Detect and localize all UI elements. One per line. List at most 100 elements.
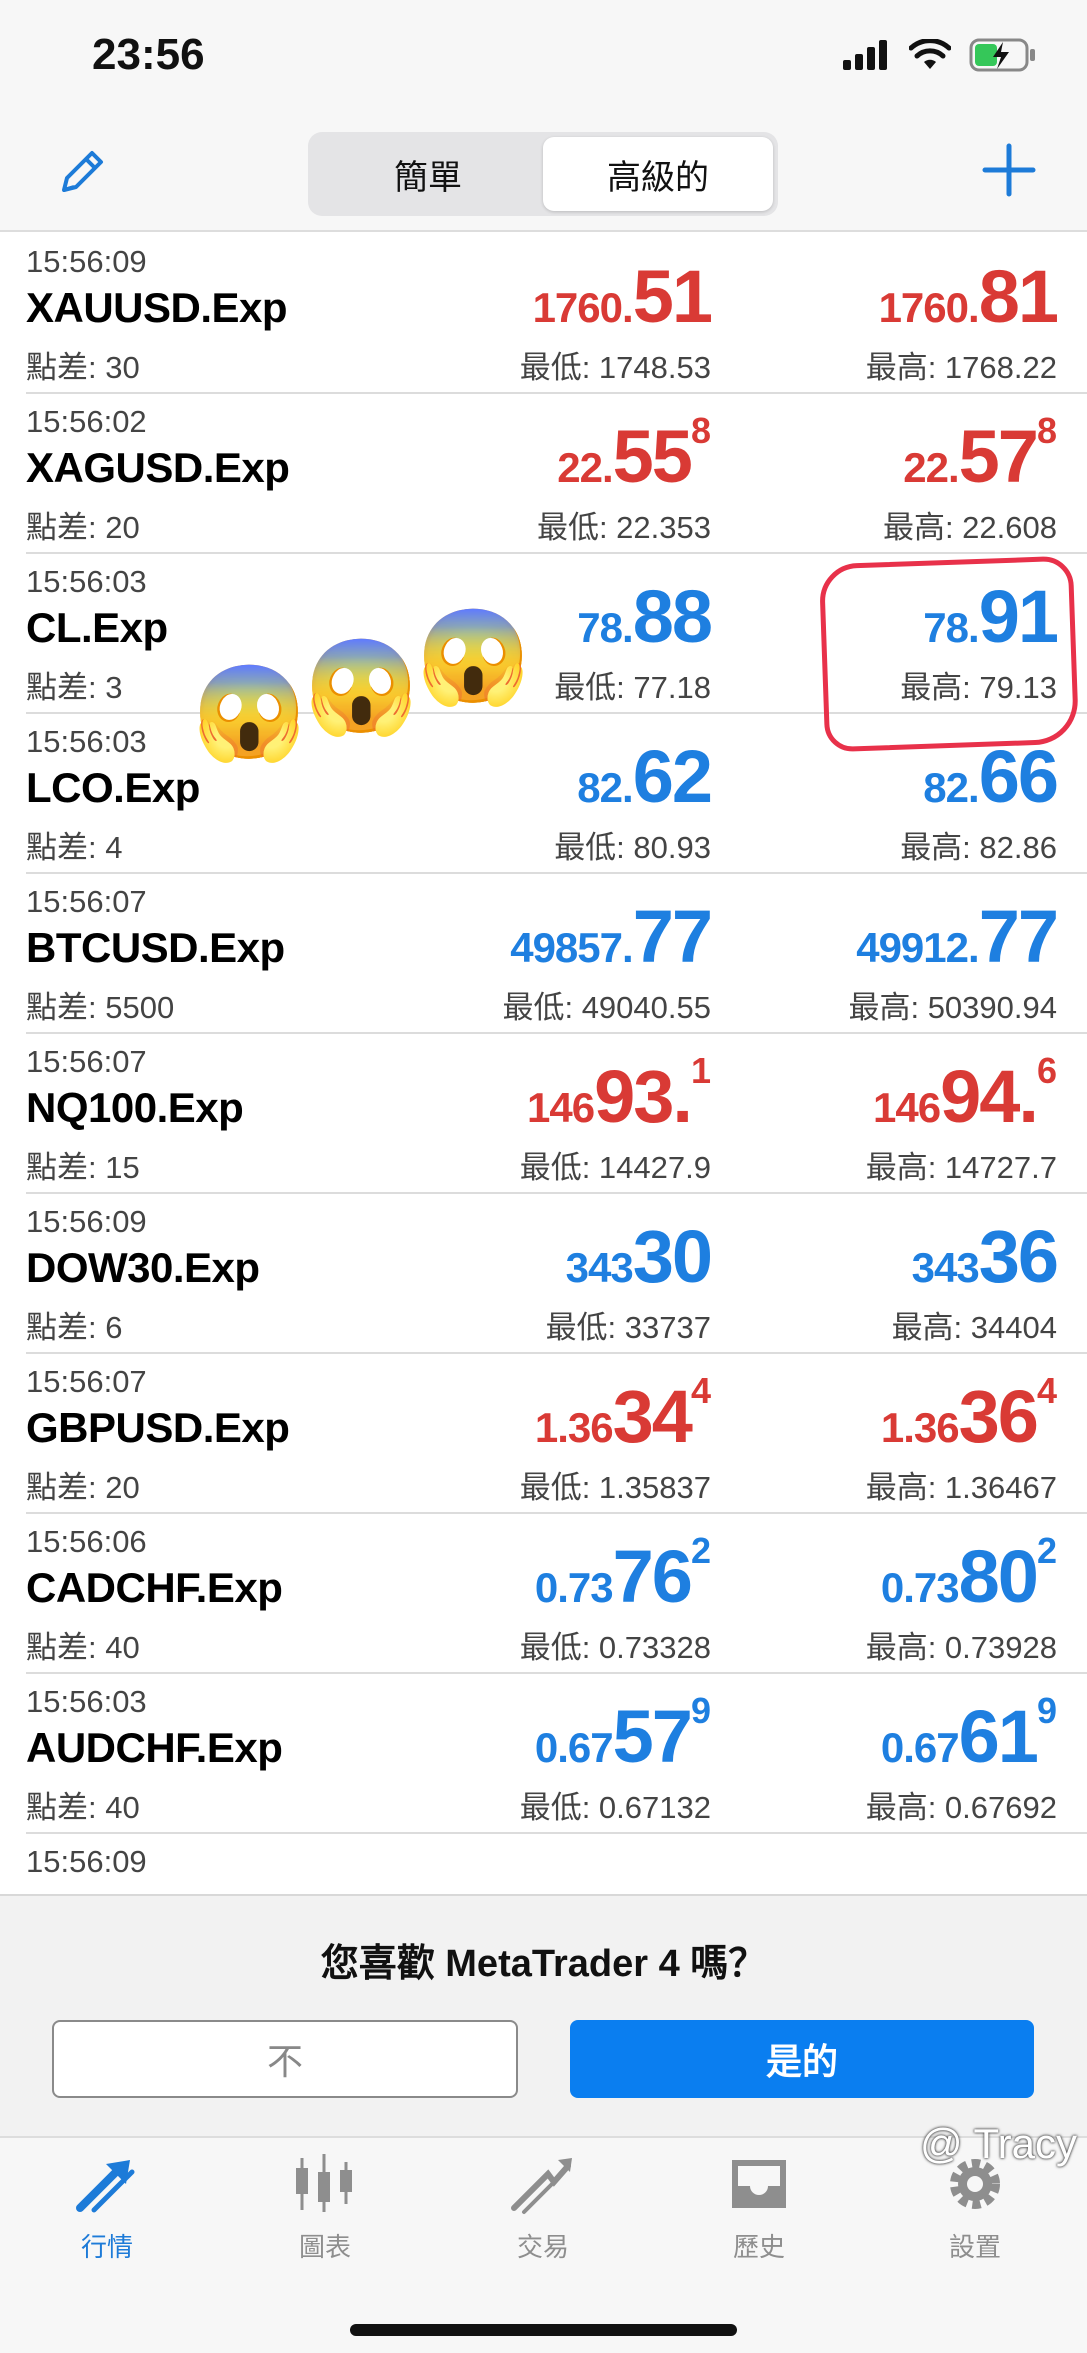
ask-price-main: 36 xyxy=(978,1215,1059,1298)
watermark: @ Tracy xyxy=(920,2120,1077,2167)
quote-time: 15:56:07 xyxy=(26,1044,147,1079)
scream-emoji-1: 😱 xyxy=(192,662,307,764)
quote-symbol: AUDCHF.Exp xyxy=(26,1724,283,1771)
quote-high: 最高: 34404 xyxy=(891,1310,1057,1345)
ask-price-main: 36 xyxy=(958,1375,1039,1458)
segment-simple[interactable]: 簡單 xyxy=(313,137,543,211)
quote-high: 最高: 82.86 xyxy=(900,830,1057,865)
home-indicator xyxy=(350,2324,737,2336)
quote-row[interactable]: 15:56:02 XAGUSD.Exp 點差: 20 22.558 22.578 最低: … xyxy=(26,394,1087,554)
ask-price-fraction: 9 xyxy=(1036,1690,1057,1731)
quote-low: 最低: 33737 xyxy=(545,1310,711,1345)
ask-price-prefix: 343 xyxy=(911,1244,980,1291)
bid-price: 14693.1 xyxy=(527,1050,711,1139)
quote-row[interactable]: 15:56:07 GBPUSD.Exp 點差: 20 1.36344 1.36364 最低… xyxy=(26,1354,1087,1514)
quotes-list[interactable]: 15:56:09 XAUUSD.Exp 點差: 30 1760.51 1760.81 最低… xyxy=(0,234,1087,1894)
add-symbol-plus-icon[interactable] xyxy=(979,140,1039,200)
quote-row[interactable]: 15:56:09 XAUUSD.Exp 點差: 30 1760.51 1760.81 最低… xyxy=(26,234,1087,394)
tab-history[interactable]: 歷史 xyxy=(684,2152,834,2264)
ask-price: 14694.6 xyxy=(873,1050,1057,1139)
ask-price-main: 81 xyxy=(978,255,1059,338)
quote-symbol: DOW30.Exp xyxy=(26,1244,260,1291)
ask-price-prefix: 0.67 xyxy=(880,1724,960,1771)
mode-segmented-control: 簡單 高級的 xyxy=(308,132,778,216)
quote-low: 最低: 1.35837 xyxy=(519,1470,711,1505)
scream-emoji-2: 😱 xyxy=(304,636,419,738)
bid-price: 22.558 xyxy=(557,410,711,499)
tab-quotes[interactable]: 行情 xyxy=(32,2152,182,2264)
quote-symbol: GBPUSD.Exp xyxy=(26,1404,290,1451)
ask-price-main: 94. xyxy=(940,1055,1039,1138)
quote-spread: 點差: 4 xyxy=(26,830,123,865)
tab-bar: 行情 圖表 交易 歷史 設置 xyxy=(0,2136,1087,2353)
quote-spread: 點差: 3 xyxy=(26,670,123,705)
bid-price-main: 51 xyxy=(632,255,713,338)
quote-symbol: CL.Exp xyxy=(26,604,168,651)
quote-low: 最低: 0.67132 xyxy=(519,1790,711,1825)
bid-price-fraction: 1 xyxy=(690,1050,711,1091)
quote-spread: 點差: 6 xyxy=(26,1310,123,1345)
quote-time: 15:56:02 xyxy=(26,404,147,439)
bid-price: 1760.51 xyxy=(532,254,713,339)
quote-symbol: XAUUSD.Exp xyxy=(26,284,288,331)
ask-price: 22.578 xyxy=(903,410,1057,499)
quote-row[interactable]: 15:56:09 xyxy=(26,1834,1087,1894)
scream-emoji-3: 😱 xyxy=(416,606,531,708)
ask-price: 1.36364 xyxy=(881,1370,1057,1459)
quote-low: 最低: 49040.55 xyxy=(502,990,711,1025)
tab-settings[interactable]: 設置 xyxy=(900,2152,1050,2264)
bid-price-prefix: 22. xyxy=(557,444,613,491)
tab-charts-label: 圖表 xyxy=(298,2232,351,2262)
quote-low: 最低: 0.73328 xyxy=(519,1630,711,1665)
quote-time: 15:56:03 xyxy=(26,724,147,759)
rating-yes-button[interactable]: 是的 xyxy=(570,2020,1034,2098)
quote-high: 最高: 14727.7 xyxy=(865,1150,1057,1185)
bid-price-main: 93. xyxy=(594,1055,693,1138)
quote-low: 最低: 80.93 xyxy=(554,830,711,865)
quote-row[interactable]: 15:56:03 AUDCHF.Exp 點差: 40 0.67579 0.67619 最低… xyxy=(26,1674,1087,1834)
bid-price-main: 30 xyxy=(632,1215,713,1298)
quote-row[interactable]: 15:56:06 CADCHF.Exp 點差: 40 0.73762 0.73802 最低… xyxy=(26,1514,1087,1674)
edit-pencil-icon[interactable] xyxy=(52,142,112,202)
quote-spread: 點差: 20 xyxy=(26,1470,140,1505)
ask-price: 0.73802 xyxy=(881,1530,1057,1619)
rating-no-button[interactable]: 不 xyxy=(52,2020,518,2098)
quote-time: 15:56:09 xyxy=(26,244,147,279)
bid-price-prefix: 49857. xyxy=(510,924,633,971)
quote-low: 最低: 22.353 xyxy=(536,510,711,545)
bid-price-main: 55 xyxy=(612,415,693,498)
quote-row[interactable]: 15:56:07 BTCUSD.Exp 點差: 5500 49857.77 49912.… xyxy=(26,874,1087,1034)
quote-symbol: XAGUSD.Exp xyxy=(26,444,290,491)
bid-price: 1.36344 xyxy=(535,1370,711,1459)
segment-advanced[interactable]: 高級的 xyxy=(543,137,773,211)
quote-high: 最高: 1768.22 xyxy=(865,350,1057,385)
quote-high: 最高: 0.67692 xyxy=(865,1790,1057,1825)
ask-price-main: 66 xyxy=(978,735,1059,818)
bid-price: 0.67579 xyxy=(534,1690,711,1779)
ask-price-fraction: 8 xyxy=(1036,410,1057,451)
quote-symbol: BTCUSD.Exp xyxy=(26,924,285,971)
quote-spread: 點差: 40 xyxy=(26,1790,140,1825)
quote-high: 最高: 0.73928 xyxy=(865,1630,1057,1665)
quote-time: 15:56:09 xyxy=(26,1844,147,1879)
quote-symbol: CADCHF.Exp xyxy=(26,1564,283,1611)
quote-spread: 點差: 30 xyxy=(26,350,140,385)
history-inbox-icon xyxy=(732,2160,786,2208)
bid-price: 49857.77 xyxy=(510,894,713,979)
candlestick-chart-icon xyxy=(296,2154,352,2212)
tab-trade[interactable]: 交易 xyxy=(468,2152,618,2264)
bid-price-prefix: 1760. xyxy=(532,284,634,331)
bid-price-prefix: 343 xyxy=(565,1244,634,1291)
bid-price-main: 77 xyxy=(632,895,713,978)
quote-row[interactable]: 15:56:09 DOW30.Exp 點差: 6 34330 34336 最低: 3373… xyxy=(26,1194,1087,1354)
tab-charts[interactable]: 圖表 xyxy=(250,2152,400,2264)
tab-settings-label: 設置 xyxy=(948,2232,1001,2262)
status-bar: 23:56 xyxy=(0,0,1087,120)
bid-price-prefix: 0.67 xyxy=(534,1724,614,1771)
quote-row[interactable]: 15:56:07 NQ100.Exp 點差: 15 14693.1 14694.6 最低:… xyxy=(26,1034,1087,1194)
quote-spread: 點差: 15 xyxy=(26,1150,140,1185)
bid-price-main: 88 xyxy=(632,575,713,658)
status-time: 23:56 xyxy=(92,30,205,79)
ask-price-main: 77 xyxy=(978,895,1059,978)
quote-low: 最低: 77.18 xyxy=(554,670,711,705)
